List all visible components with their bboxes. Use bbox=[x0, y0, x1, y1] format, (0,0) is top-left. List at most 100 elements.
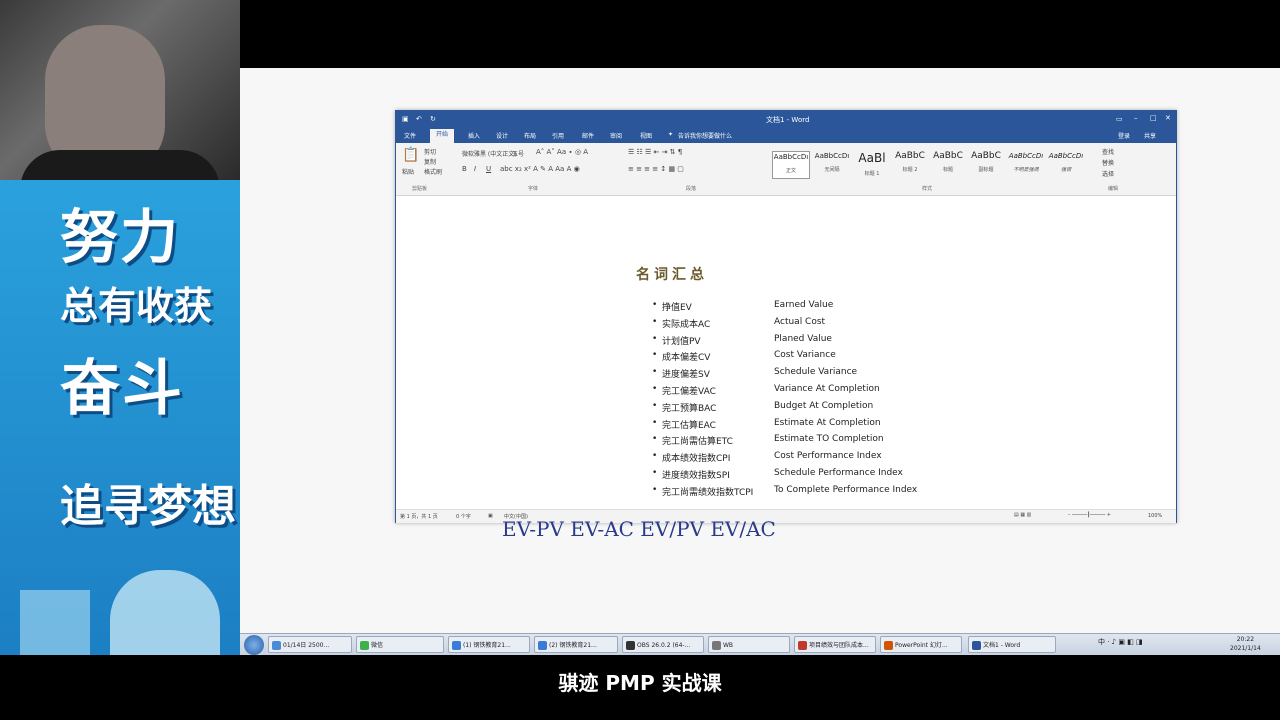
tell-me-box[interactable]: 告诉我你想要做什么 bbox=[678, 131, 732, 140]
clock-time: 20:22 bbox=[1236, 636, 1255, 643]
style-subtle-emphasis[interactable]: AaBbCcDı 不明显强调 bbox=[1008, 151, 1044, 177]
taskbar-button[interactable]: 文档1 - Word bbox=[968, 636, 1056, 653]
italic-icon[interactable]: I bbox=[474, 165, 476, 173]
undo-icon[interactable]: ↶ bbox=[416, 115, 422, 123]
sign-in-link[interactable]: 登录 bbox=[1118, 131, 1130, 140]
paste-label[interactable]: 粘贴 bbox=[402, 167, 414, 176]
course-caption: 骐迹 PMP 实战课 bbox=[558, 671, 722, 695]
style-name: 不明显强调 bbox=[1013, 167, 1039, 173]
clock[interactable]: 20:22 2021/1/14 bbox=[1230, 635, 1261, 653]
group-font-label: 字体 bbox=[528, 186, 539, 192]
bullet-icon: • bbox=[652, 417, 658, 428]
app-icon bbox=[360, 641, 369, 650]
app-icon bbox=[452, 641, 461, 650]
taskbar-button[interactable]: OBS 26.0.2 (64-... bbox=[622, 636, 704, 653]
tab-layout[interactable]: 布局 bbox=[524, 131, 536, 140]
bold-icon[interactable]: B bbox=[462, 165, 467, 173]
find-button[interactable]: 查找 bbox=[1102, 147, 1114, 156]
clock-date: 2021/1/14 bbox=[1230, 645, 1261, 652]
taskbar-button[interactable]: PowerPoint 幻灯... bbox=[880, 636, 962, 653]
style-subtitle[interactable]: AaBbC 副标题 bbox=[968, 151, 1004, 177]
term-chinese: 完工尚需绩效指数TCPI bbox=[662, 487, 754, 498]
proofing-icon[interactable]: ▣ bbox=[488, 513, 493, 519]
start-button[interactable] bbox=[244, 635, 264, 655]
minimize-icon[interactable]: – bbox=[1134, 114, 1138, 122]
word-titlebar[interactable]: ▣ ↶ ↻ 文档1 - Word ▭ – □ ✕ bbox=[396, 111, 1176, 128]
tab-file[interactable]: 文件 bbox=[404, 131, 416, 140]
share-button[interactable]: 共享 bbox=[1144, 131, 1156, 140]
document-area[interactable]: 名词汇总 • 挣值EV Earned Value • 实际成本AC Actual Cost… bbox=[396, 196, 1176, 509]
word-count[interactable]: 0 个字 bbox=[456, 513, 471, 520]
decor-block bbox=[20, 590, 90, 655]
tab-review[interactable]: 审阅 bbox=[610, 131, 622, 140]
page-count[interactable]: 第 1 页，共 1 页 bbox=[400, 513, 438, 520]
taskbar-button[interactable]: (2) 钢铁教育21... bbox=[534, 636, 618, 653]
tab-references[interactable]: 引用 bbox=[552, 131, 564, 140]
zoom-slider[interactable]: – ─────┃───── + bbox=[1068, 512, 1111, 518]
word-window[interactable]: ▣ ↶ ↻ 文档1 - Word ▭ – □ ✕ 文件 开始 插入 设计 布局 … bbox=[395, 110, 1177, 523]
tab-mailings[interactable]: 邮件 bbox=[582, 131, 594, 140]
style-normal[interactable]: AaBbCcDı 正文 bbox=[772, 151, 810, 179]
ribbon-tabs: 文件 开始 插入 设计 布局 引用 邮件 审阅 视图 ✦ 告诉我你想要做什么 登… bbox=[396, 128, 1176, 143]
style-sample: AaBbC bbox=[933, 151, 963, 161]
font-name-select[interactable]: 微软雅黑 (中文正文) bbox=[462, 149, 517, 158]
paste-icon[interactable]: 📋 bbox=[402, 147, 419, 163]
style-sample: AaBbCcDı bbox=[1008, 152, 1044, 160]
group-editing-label: 编辑 bbox=[1108, 186, 1119, 192]
zoom-level[interactable]: 100% bbox=[1148, 513, 1162, 519]
taskbar-button[interactable]: 01/14日 2500... bbox=[268, 636, 352, 653]
view-buttons[interactable]: ▤ ▦ ▥ bbox=[1014, 512, 1031, 518]
ribbon-options-icon[interactable]: ▭ bbox=[1116, 115, 1123, 123]
font-size-select[interactable]: 五号 bbox=[512, 149, 524, 158]
select-button[interactable]: 选择 bbox=[1102, 169, 1114, 178]
align-icons[interactable]: ≡ ≡ ≡ ≡ ↕ ▦ ▢ bbox=[628, 165, 684, 173]
bullet-icon: • bbox=[652, 367, 658, 378]
close-icon[interactable]: ✕ bbox=[1165, 114, 1171, 122]
app-icon bbox=[626, 641, 635, 650]
maximize-icon[interactable]: □ bbox=[1150, 114, 1157, 122]
style-sample: AaBbCcDı bbox=[1048, 152, 1084, 160]
bullet-icon: • bbox=[652, 434, 658, 445]
style-emphasis[interactable]: AaBbCcDı 强调 bbox=[1048, 151, 1084, 177]
handwritten-formula: EV-PV EV-AC EV/PV EV/AC bbox=[502, 517, 776, 541]
tab-insert[interactable]: 插入 bbox=[468, 131, 480, 140]
system-tray[interactable]: 中 · ♪ ▣ ◧ ◨ bbox=[1098, 637, 1143, 647]
style-name: 副标题 bbox=[978, 167, 994, 173]
style-heading-1[interactable]: AaBl 标题 1 bbox=[854, 151, 890, 177]
save-icon[interactable]: ▣ bbox=[402, 115, 409, 123]
tab-design[interactable]: 设计 bbox=[496, 131, 508, 140]
motivational-banner: 努力 总有收获 奋斗 追寻梦想 bbox=[0, 180, 240, 655]
redo-icon[interactable]: ↻ bbox=[430, 115, 436, 123]
term-english: Variance At Completion bbox=[774, 384, 880, 394]
app-icon bbox=[972, 641, 981, 650]
term-chinese: 完工偏差VAC bbox=[662, 387, 716, 397]
style-heading-2[interactable]: AaBbC 标题 2 bbox=[892, 151, 928, 177]
list-icons[interactable]: ☰ ☷ ☰ ⇤ ⇥ ⇅ ¶ bbox=[628, 148, 682, 156]
taskbar-label: OBS 26.0.2 (64-... bbox=[637, 642, 691, 649]
taskbar-button[interactable]: WB bbox=[708, 636, 790, 653]
underline-icon[interactable]: U bbox=[486, 165, 491, 173]
taskbar-label: PowerPoint 幻灯... bbox=[895, 642, 948, 649]
copy-button[interactable]: 复制 bbox=[424, 157, 436, 166]
font-controls-icon[interactable]: A˄ A˅ Aa ∙ ◎ A bbox=[536, 148, 588, 156]
cut-button[interactable]: 剪切 bbox=[424, 147, 436, 156]
format-painter-button[interactable]: 格式刷 bbox=[424, 167, 442, 176]
style-name: 标题 2 bbox=[902, 167, 918, 173]
font-effects-icon[interactable]: abc x₂ x² A ✎ A Aa A ◉ bbox=[500, 165, 580, 173]
group-clipboard-label: 剪贴板 bbox=[412, 186, 428, 192]
bullet-icon: • bbox=[652, 333, 658, 344]
term-english: Earned Value bbox=[774, 300, 834, 310]
replace-button[interactable]: 替换 bbox=[1102, 158, 1114, 167]
term-english: Schedule Variance bbox=[774, 367, 858, 378]
taskbar-button[interactable]: 微信 bbox=[356, 636, 444, 653]
taskbar-button[interactable]: (1) 钢铁教育21... bbox=[448, 636, 530, 653]
style-name: 强调 bbox=[1060, 167, 1071, 173]
tab-view[interactable]: 视图 bbox=[640, 131, 652, 140]
taskbar-button[interactable]: 项目绩效与团队成本... bbox=[794, 636, 876, 653]
style-no-spacing[interactable]: AaBbCcDı 无间隔 bbox=[814, 151, 850, 177]
tab-home[interactable]: 开始 bbox=[430, 129, 455, 143]
app-icon bbox=[538, 641, 547, 650]
style-title[interactable]: AaBbC 标题 bbox=[930, 151, 966, 177]
bullet-icon: • bbox=[652, 484, 658, 495]
bullet-icon: • bbox=[652, 384, 658, 394]
